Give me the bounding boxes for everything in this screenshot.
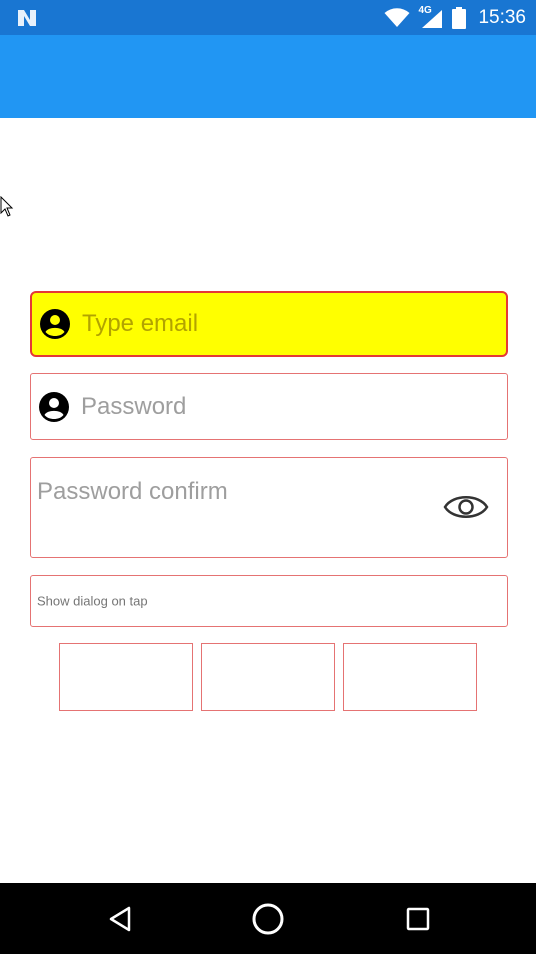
password-confirm-field[interactable]: Password confirm [30, 457, 508, 558]
password-confirm-placeholder: Password confirm [37, 478, 228, 505]
show-dialog-field[interactable]: Show dialog on tap [30, 575, 508, 627]
notification-n-icon [18, 10, 36, 26]
show-dialog-label: Show dialog on tap [37, 593, 148, 609]
navigation-bar [0, 883, 536, 954]
home-icon[interactable] [251, 902, 285, 936]
account-circle-icon [40, 309, 70, 339]
back-icon[interactable] [107, 905, 133, 933]
email-field[interactable]: Type email [30, 291, 508, 357]
empty-box-3[interactable] [343, 643, 477, 711]
empty-box-2[interactable] [201, 643, 335, 711]
app-bar [0, 35, 536, 118]
box-row [59, 643, 479, 711]
signal-icon [422, 9, 443, 28]
battery-icon [452, 6, 467, 29]
status-time: 15:36 [478, 6, 526, 28]
account-circle-icon [39, 391, 69, 422]
recents-icon[interactable] [405, 906, 431, 932]
mouse-cursor-icon [0, 196, 14, 217]
email-placeholder: Type email [82, 310, 199, 337]
eye-icon[interactable] [443, 490, 489, 524]
empty-box-1[interactable] [59, 643, 193, 711]
wifi-icon [384, 7, 410, 27]
status-bar: 4G 15:36 [0, 0, 536, 35]
password-placeholder: Password [81, 392, 187, 420]
password-field[interactable]: Password [30, 373, 508, 440]
